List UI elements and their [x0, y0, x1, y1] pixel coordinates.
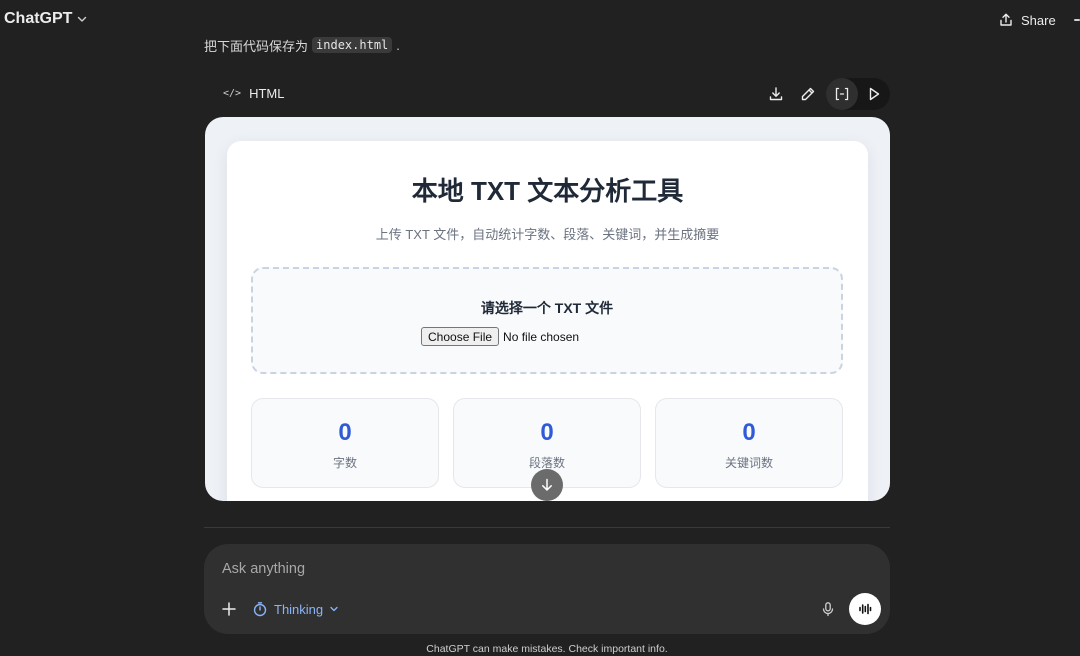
share-icon: [1000, 13, 1012, 26]
app-title: ChatGPT: [4, 10, 73, 27]
chevron-down-icon: [330, 606, 338, 612]
code-language-label: HTML: [249, 86, 285, 101]
top-bar: ChatGPT Share: [0, 0, 1080, 40]
download-button[interactable]: [760, 78, 792, 110]
plus-icon: [222, 602, 236, 616]
voice-mode-button[interactable]: [849, 593, 881, 625]
run-button[interactable]: [858, 78, 890, 110]
no-file-text: No file chosen: [503, 329, 580, 344]
inline-code: index.html: [312, 37, 393, 53]
tool-title: 本地 TXT 文本分析工具: [411, 176, 684, 206]
code-brackets-icon: [835, 87, 849, 101]
mic-icon: [822, 602, 834, 617]
code-icon: </>: [223, 88, 242, 99]
stat-label: 关键词数: [724, 456, 773, 470]
upload-label: 请选择一个 TXT 文件: [480, 300, 614, 316]
view-toggle: [826, 78, 890, 110]
stat-value: 0: [338, 419, 352, 446]
download-icon: [769, 87, 783, 101]
prompt-input[interactable]: [222, 558, 862, 580]
code-block-header: </> HTML: [205, 78, 890, 110]
upload-zone[interactable]: 请选择一个 TXT 文件 Choose File No file chosen: [251, 267, 843, 374]
code-actions: [760, 78, 890, 110]
share-label: Share: [1021, 12, 1056, 28]
scroll-to-bottom-button[interactable]: [531, 469, 563, 501]
model-switcher[interactable]: ChatGPT: [4, 10, 88, 28]
more-options-icon[interactable]: [1074, 19, 1080, 21]
choose-file-button[interactable]: Choose File: [421, 327, 500, 346]
code-language: </> HTML: [223, 86, 284, 101]
tool-card: 本地 TXT 文本分析工具 上传 TXT 文件，自动统计字数、段落、关键词，并生…: [227, 141, 868, 501]
previous-message-text: 把下面代码保存为 index.html .: [204, 36, 400, 54]
html-preview-frame: 本地 TXT 文本分析工具 上传 TXT 文件，自动统计字数、段落、关键词，并生…: [205, 117, 890, 501]
stat-card-keywords: 0 关键词数: [655, 398, 843, 488]
file-input[interactable]: Choose File No file chosen: [421, 327, 579, 346]
share-button[interactable]: Share: [998, 9, 1056, 31]
composer: Thinking: [204, 544, 890, 634]
edit-button[interactable]: [792, 78, 824, 110]
play-icon: [869, 87, 880, 101]
tool-subtitle: 上传 TXT 文件，自动统计字数、段落、关键词，并生成摘要: [375, 227, 720, 242]
chevron-down-icon: [78, 16, 87, 22]
stat-value: 0: [742, 419, 756, 446]
dictate-button[interactable]: [818, 599, 838, 619]
disclaimer-text: ChatGPT can make mistakes. Check importa…: [426, 643, 668, 655]
thinking-mode-button[interactable]: Thinking: [252, 598, 339, 620]
code-view-button[interactable]: [826, 78, 858, 110]
pencil-icon: [801, 87, 815, 101]
timer-icon: [253, 602, 267, 617]
prev-message-suffix: .: [396, 37, 400, 53]
thinking-label: Thinking: [274, 601, 324, 617]
arrow-down-icon: [542, 478, 552, 491]
divider: [204, 527, 890, 528]
voice-wave-icon: [859, 603, 872, 615]
stat-card-chars: 0 字数: [251, 398, 439, 488]
stat-value: 0: [540, 419, 554, 446]
prev-message-text: 把下面代码保存为: [204, 38, 309, 54]
stat-label: 字数: [332, 456, 357, 470]
add-attachment-button[interactable]: [218, 598, 240, 620]
